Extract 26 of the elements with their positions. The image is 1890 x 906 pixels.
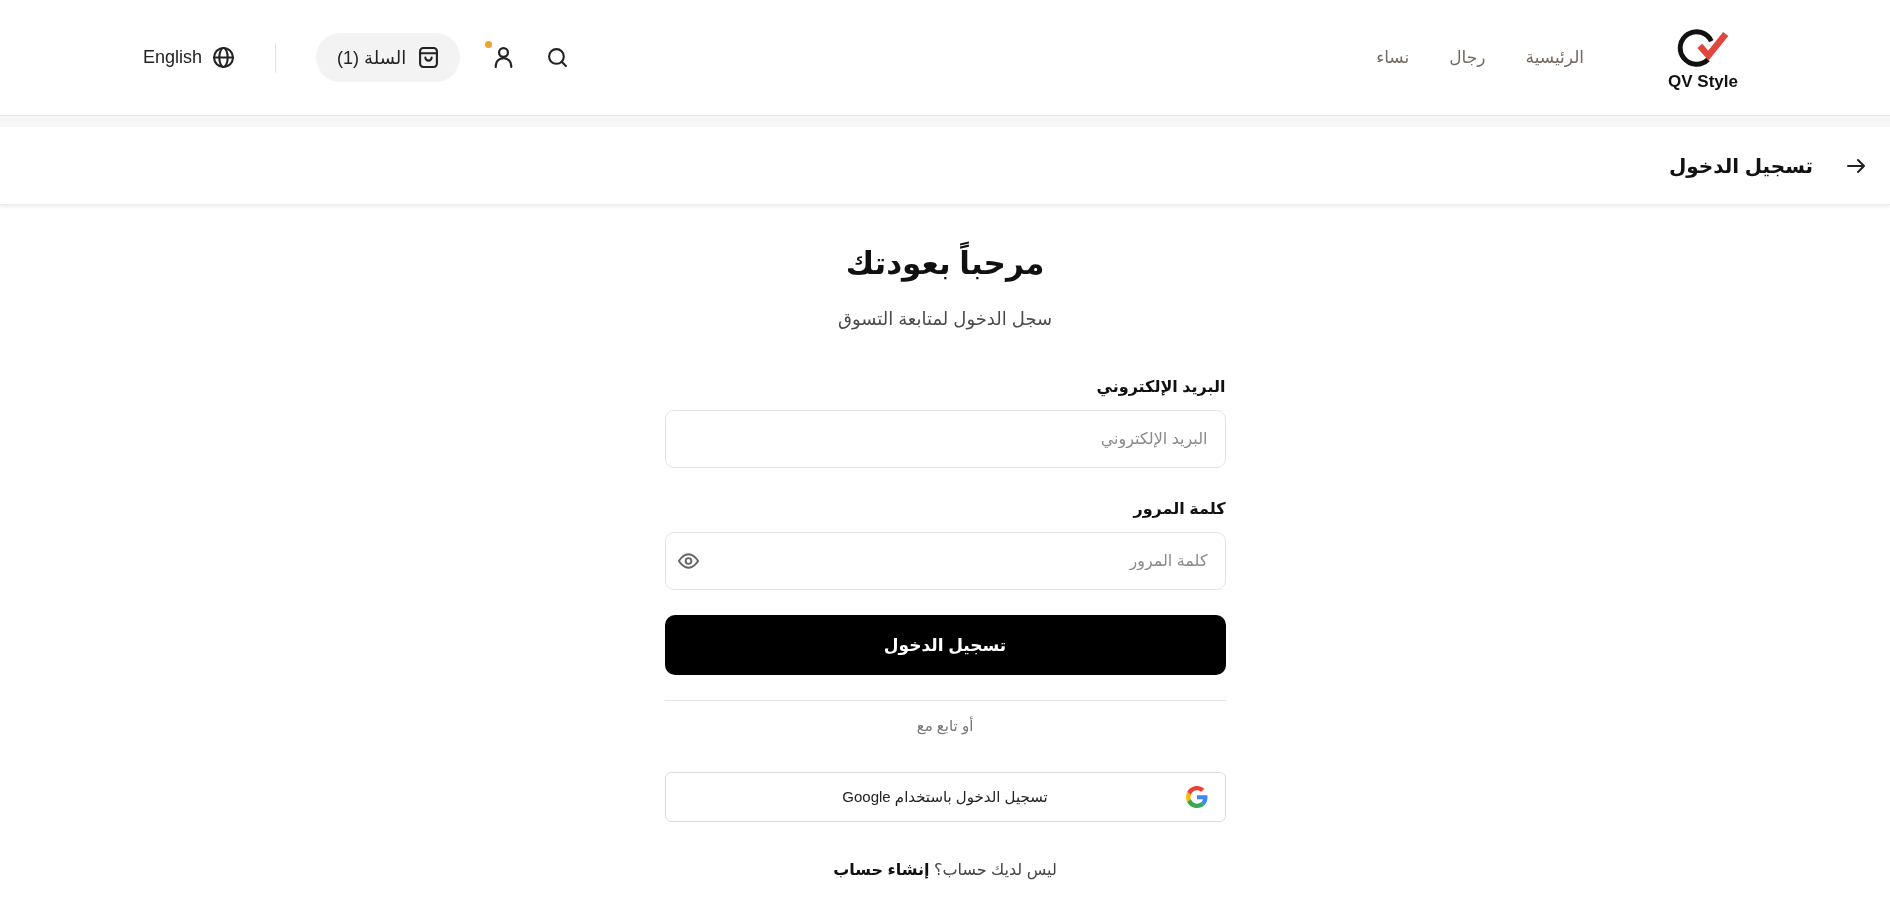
cart-button[interactable]: السلة (1) [316,33,461,82]
nav-link[interactable]: رجال [1449,46,1486,69]
signup-link[interactable]: إنشاء حساب [833,861,930,878]
login-button[interactable]: تسجيل الدخول [664,615,1226,675]
nav-link[interactable]: الرئيسية [1525,46,1585,69]
language-button[interactable]: English [143,47,235,68]
field-label: كلمة المرور [1133,499,1226,520]
welcome-heading: مرحباً بعودتك [845,243,1045,285]
signup-prompt: ليس لديك حساب؟ إنشاء حساب [833,860,1057,881]
password-field[interactable]: كلمة المرور [664,532,1226,590]
search-icon[interactable] [547,47,569,68]
eye-icon[interactable] [677,553,699,569]
page-title: تسجيل الدخول [1668,153,1813,178]
brand-name: QV Style [1668,72,1738,91]
email-field[interactable]: البريد الإلكتروني [664,410,1226,468]
divider-text: أو تابع مع [916,716,974,736]
field-label: البريد الإلكتروني [1096,377,1226,398]
back-arrow-icon[interactable] [1847,156,1865,175]
social-login-button[interactable]: تسجيل الدخول باستخدام Google [664,772,1226,822]
welcome-subtitle: سجل الدخول لمتابعة التسوق [837,308,1053,332]
bag-icon [418,47,440,68]
checkmark-logo-icon[interactable] [1677,28,1730,68]
nav-link[interactable]: نساء [1376,46,1410,69]
globe-icon [213,47,235,68]
google-g-icon [1185,786,1208,808]
user-icon[interactable] [493,47,515,68]
